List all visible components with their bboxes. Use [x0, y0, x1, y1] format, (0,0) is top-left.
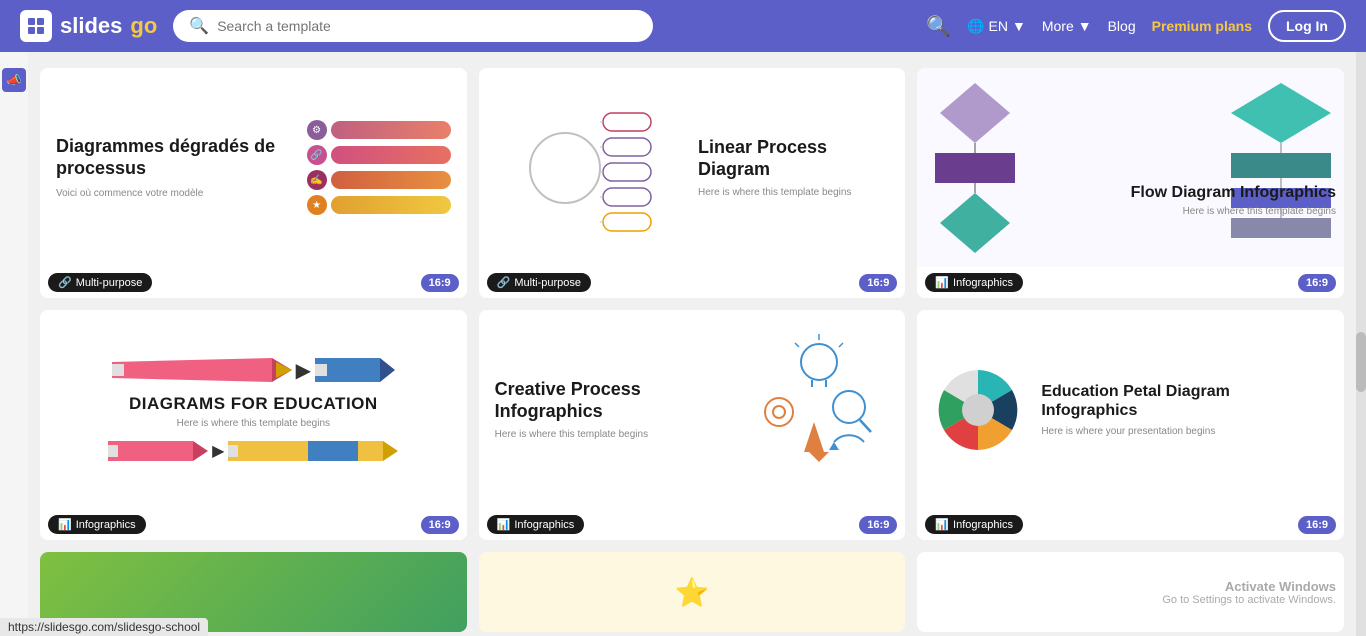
more-menu-button[interactable]: More ▼: [1042, 18, 1092, 34]
header-right: 🔍 🌐 EN ▼ More ▼ Blog Premium plans Log I…: [926, 10, 1346, 42]
card4-subtitle: Here is where this template begins: [129, 418, 378, 429]
sidebar-left: 📣: [0, 52, 28, 636]
chart-icon5: 📊: [497, 518, 511, 531]
card-partial-bottom-middle[interactable]: ⭐: [479, 552, 906, 632]
card-flow-diagram[interactable]: Flow Diagram Infographics Here is where …: [917, 68, 1344, 298]
chevron-down-icon: ▼: [1012, 18, 1026, 34]
card1-footer: 🔗 Multi-purpose 16:9: [40, 267, 467, 298]
card5-text-area: Creative Process Infographics Here is wh…: [495, 379, 740, 439]
language-selector[interactable]: 🌐 EN ▼: [967, 18, 1026, 35]
card1-subtitle: Voici où commence votre modèle: [56, 188, 297, 199]
announcement-icon[interactable]: 📣: [2, 68, 26, 92]
chart-icon4: 📊: [58, 518, 72, 531]
card2-image: Linear Process Diagram Here is where thi…: [479, 68, 906, 267]
card5-image: Creative Process Infographics Here is wh…: [479, 310, 906, 509]
login-button[interactable]: Log In: [1268, 10, 1346, 42]
card4-category: 📊 Infographics: [48, 515, 146, 534]
card6-category: 📊 Infographics: [925, 515, 1023, 534]
card1-ratio: 16:9: [421, 274, 459, 292]
card1-bar-grid: ⚙ 🔗 ✍: [307, 120, 451, 215]
card2-title: Linear Process Diagram: [698, 137, 889, 180]
card6-footer: 📊 Infographics 16:9: [917, 509, 1344, 540]
card5-ratio: 16:9: [859, 516, 897, 534]
card3-text-area: Flow Diagram Infographics Here is where …: [1131, 183, 1336, 217]
card6-subtitle: Here is where your presentation begins: [1041, 426, 1328, 437]
card5-title: Creative Process Infographics: [495, 379, 732, 422]
card5-footer: 📊 Infographics 16:9: [479, 509, 906, 540]
card6-title: Education Petal Diagram Infographics: [1041, 382, 1328, 420]
card4-top-pencils: ▶: [61, 354, 445, 386]
card6-ratio: 16:9: [1298, 516, 1336, 534]
card2-text-area: Linear Process Diagram Here is where thi…: [698, 137, 889, 197]
card1-image: Diagrammes dégradés de processus Voici o…: [40, 68, 467, 267]
more-label: More: [1042, 18, 1074, 34]
chevron-down-icon-more: ▼: [1078, 18, 1092, 34]
card6-image: Education Petal Diagram Infographics Her…: [917, 310, 1344, 509]
card-education-petal[interactable]: Education Petal Diagram Infographics Her…: [917, 310, 1344, 540]
card-education-diagrams[interactable]: ▶ DIAGRAMS FOR EDUCATION Here is where t…: [40, 310, 467, 540]
logo-text-slides: slides: [60, 13, 122, 39]
url-bar: https://slidesgo.com/slidesgo-school: [0, 618, 208, 636]
card4-title: DIAGRAMS FOR EDUCATION: [129, 394, 378, 414]
card2-subtitle: Here is where this template begins: [698, 187, 889, 198]
scrollbar-thumb[interactable]: [1356, 332, 1366, 392]
card1-text-area: Diagrammes dégradés de processus Voici o…: [56, 136, 297, 198]
card3-subtitle: Here is where this template begins: [1131, 206, 1336, 217]
card4-image: ▶ DIAGRAMS FOR EDUCATION Here is where t…: [40, 310, 467, 509]
search-input[interactable]: [217, 18, 637, 34]
card2-category: 🔗 Multi-purpose: [487, 273, 591, 292]
card5-subtitle: Here is where this template begins: [495, 429, 732, 440]
card5-category: 📊 Infographics: [487, 515, 585, 534]
card4-ratio: 16:9: [421, 516, 459, 534]
link-icon: 🔗: [58, 276, 72, 289]
activate-windows-text: Activate Windows: [1162, 579, 1336, 594]
template-grid: Diagrammes dégradés de processus Voici o…: [28, 52, 1356, 636]
search-icon: 🔍: [189, 16, 209, 36]
logo[interactable]: slides go: [20, 10, 157, 42]
chart-icon6: 📊: [935, 518, 949, 531]
activate-windows-subtext: Go to Settings to activate Windows.: [1162, 594, 1336, 606]
card3-svg: [925, 78, 1025, 258]
card2-ratio: 16:9: [859, 274, 897, 292]
logo-text-go: go: [130, 13, 157, 39]
card3-category: 📊 Infographics: [925, 273, 1023, 292]
header: slides go 🔍 🔍 🌐 EN ▼ More ▼ Blog Premium …: [0, 0, 1366, 52]
search-button[interactable]: 🔍: [926, 14, 951, 39]
card3-footer: 📊 Infographics 16:9: [917, 267, 1344, 298]
chart-icon3: 📊: [935, 276, 949, 289]
search-bar[interactable]: 🔍: [173, 10, 653, 42]
card3-right: [1025, 78, 1336, 258]
card1-category: 🔗 Multi-purpose: [48, 273, 152, 292]
card-creative-process[interactable]: Creative Process Infographics Here is wh…: [479, 310, 906, 540]
card-diagrammes[interactable]: Diagrammes dégradés de processus Voici o…: [40, 68, 467, 298]
premium-link[interactable]: Premium plans: [1152, 18, 1252, 34]
logo-icon: [20, 10, 52, 42]
card-linear-process[interactable]: Linear Process Diagram Here is where thi…: [479, 68, 906, 298]
scrollbar[interactable]: [1356, 52, 1366, 636]
card3-image: Flow Diagram Infographics Here is where …: [917, 68, 1344, 267]
card4-bottom-pencils: ▶: [61, 437, 445, 465]
card3-title: Flow Diagram Infographics: [1131, 183, 1336, 202]
card2-footer: 🔗 Multi-purpose 16:9: [479, 267, 906, 298]
card2-diagram: [495, 93, 686, 243]
link-icon2: 🔗: [497, 276, 511, 289]
card-partial-bottom-right[interactable]: Activate Windows Go to Settings to activ…: [917, 552, 1344, 632]
blog-link[interactable]: Blog: [1108, 18, 1136, 34]
card5-illustration: [749, 332, 889, 487]
globe-icon: 🌐: [967, 18, 984, 35]
card6-text-area: Education Petal Diagram Infographics Her…: [1033, 382, 1328, 437]
card3-ratio: 16:9: [1298, 274, 1336, 292]
main-content: 📣 Diagrammes dégradés de processus Voici…: [0, 52, 1366, 636]
card4-title-area: DIAGRAMS FOR EDUCATION Here is where thi…: [117, 394, 390, 429]
windows-activation: Activate Windows Go to Settings to activ…: [1162, 579, 1336, 606]
lang-label: EN: [989, 18, 1008, 34]
card6-chart: [933, 365, 1023, 455]
card1-title: Diagrammes dégradés de processus: [56, 136, 297, 179]
card4-footer: 📊 Infographics 16:9: [40, 509, 467, 540]
